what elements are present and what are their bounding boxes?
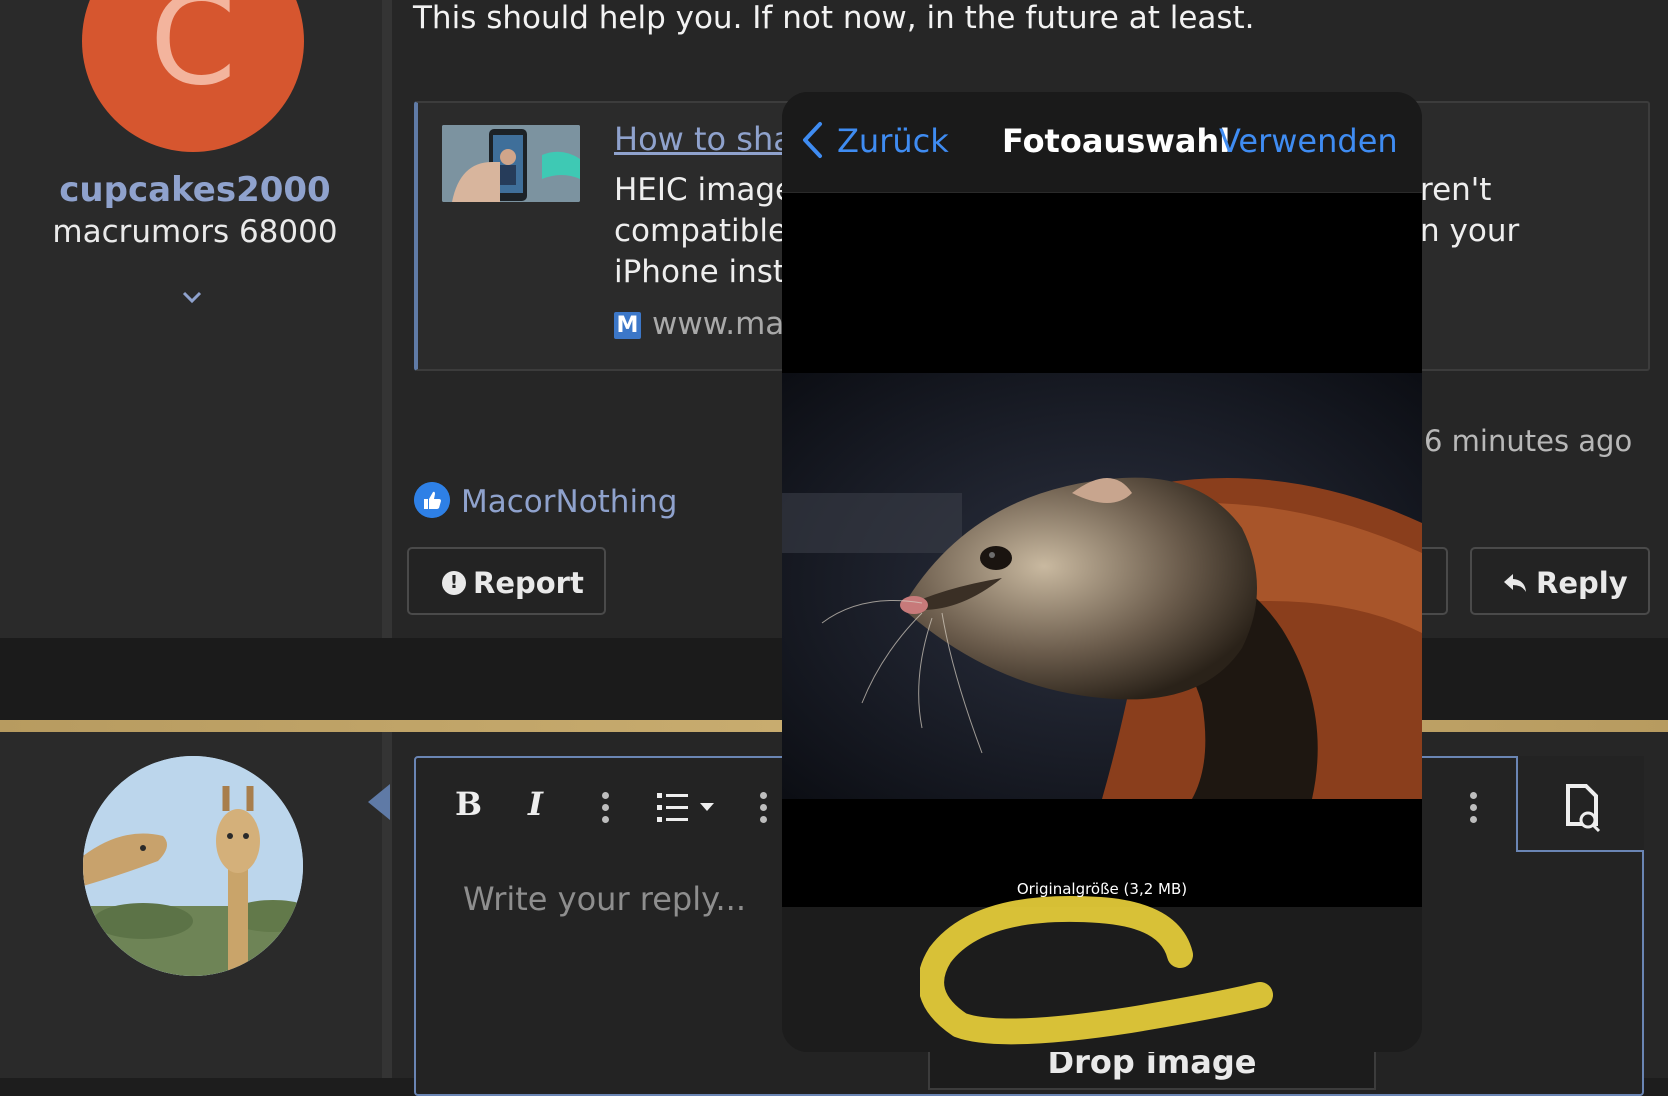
link-description-line: HEIC image <box>614 172 795 208</box>
reply-placeholder[interactable]: Write your reply... <box>463 880 746 918</box>
bold-button[interactable]: B <box>455 785 482 823</box>
reply-arrow-icon <box>1504 574 1526 592</box>
list-icon[interactable] <box>657 791 719 825</box>
preview-button[interactable] <box>1516 756 1644 852</box>
report-button-label: Report <box>473 566 584 600</box>
link-thumbnail[interactable] <box>442 125 580 202</box>
preview-search-icon <box>1566 784 1601 833</box>
post-message: This should help you. If not now, in the… <box>413 0 1255 36</box>
reply-button[interactable]: Reply <box>1470 547 1650 615</box>
highlight-annotation <box>920 895 1273 1045</box>
back-button[interactable]: Zurück <box>837 122 949 160</box>
use-button[interactable]: Verwenden <box>1219 122 1398 160</box>
link-description-line: iPhone inst <box>614 254 786 290</box>
more-options-icon[interactable] <box>760 792 768 828</box>
site-favicon-icon: M <box>614 312 641 339</box>
link-description-line: n your <box>1420 213 1520 249</box>
selected-photo <box>782 373 1422 799</box>
italic-button[interactable]: I <box>528 785 543 823</box>
thumbs-up-icon <box>414 482 450 518</box>
link-description-line: compatible <box>614 213 788 249</box>
link-domain: www.ma <box>652 306 785 342</box>
username[interactable]: cupcakes2000 <box>0 170 390 210</box>
post-timestamp[interactable]: 6 minutes ago <box>1424 424 1632 458</box>
link-title[interactable]: How to sha <box>614 120 793 158</box>
picker-title: Fotoauswahl <box>1002 122 1231 160</box>
more-options-icon[interactable] <box>1470 792 1478 828</box>
size-option[interactable]: Originalgröße (3,2 MB) <box>782 880 1422 898</box>
more-options-icon[interactable] <box>602 792 610 828</box>
user-title: macrumors 68000 <box>52 214 338 250</box>
reply-button-label: Reply <box>1536 566 1628 600</box>
report-button[interactable]: ! Report <box>407 547 606 615</box>
column-divider <box>382 0 392 638</box>
photo-preview-area <box>782 193 1422 907</box>
chevron-down-icon[interactable] <box>181 290 203 304</box>
exclamation-icon: ! <box>442 571 466 595</box>
picker-header: Zurück Fotoauswahl Verwenden <box>782 92 1422 193</box>
link-description-line: ren't <box>1420 172 1492 208</box>
reaction-username[interactable]: MacorNothing <box>461 484 677 520</box>
editor-pointer <box>368 784 390 820</box>
back-chevron-icon[interactable] <box>800 120 824 160</box>
current-user-avatar[interactable] <box>83 756 303 976</box>
